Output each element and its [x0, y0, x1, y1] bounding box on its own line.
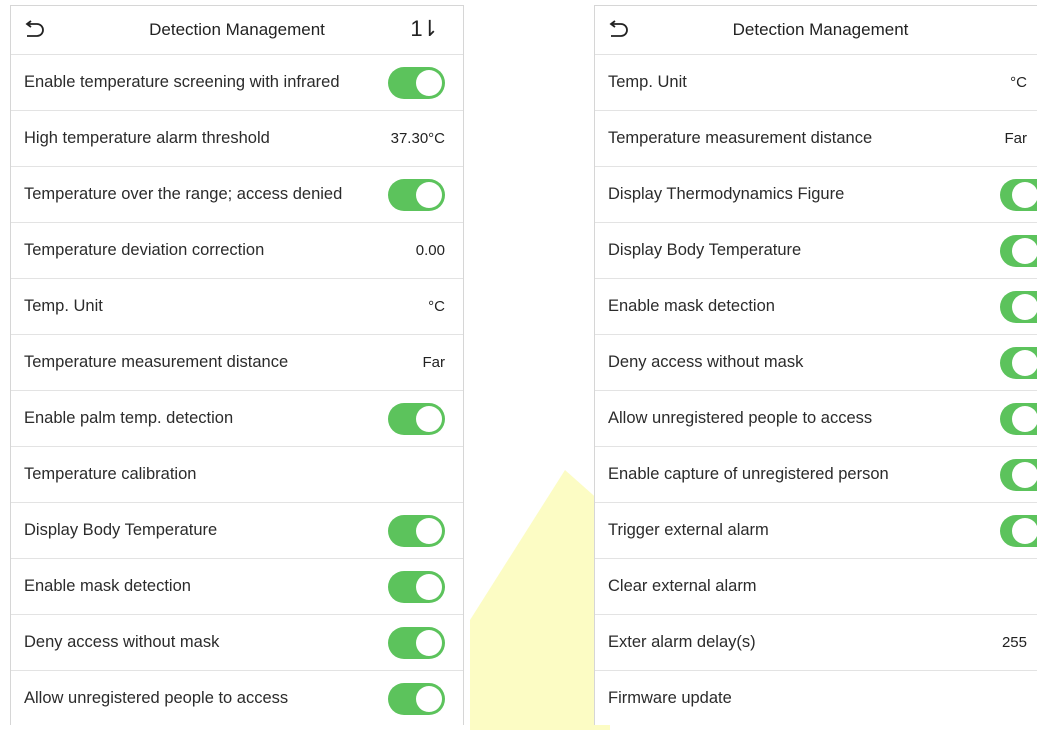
- setting-label: Enable palm temp. detection: [24, 409, 234, 427]
- setting-label: Enable mask detection: [608, 297, 775, 315]
- setting-row-deny-access-without-mask[interactable]: Deny access without mask: [595, 335, 1037, 391]
- setting-label: Temperature deviation correction: [24, 241, 265, 259]
- setting-label: Display Body Temperature: [24, 521, 218, 539]
- toggle-switch[interactable]: [388, 66, 445, 99]
- setting-label: Deny access without mask: [24, 633, 220, 651]
- setting-row-clear-external-alarm[interactable]: Clear external alarm: [595, 559, 1037, 615]
- setting-value: Far: [422, 354, 446, 371]
- header: Detection Management: [595, 6, 1037, 55]
- setting-row-trigger-external-alarm[interactable]: Trigger external alarm: [595, 503, 1037, 559]
- setting-value: 255: [1001, 634, 1027, 651]
- toggle-switch[interactable]: [1000, 178, 1037, 211]
- back-arrow-icon[interactable]: [23, 20, 45, 40]
- page-title: Detection Management: [732, 20, 909, 39]
- setting-label: Temperature calibration: [24, 465, 197, 483]
- detection-management-panel-left: Detection Management 1⇂ Enable temperatu…: [10, 5, 464, 725]
- watermark-shape: [470, 470, 610, 730]
- setting-label: Enable temperature screening with infrar…: [24, 73, 340, 91]
- setting-label: Firmware update: [608, 689, 732, 707]
- setting-label: Trigger external alarm: [608, 521, 769, 539]
- toggle-switch[interactable]: [1000, 234, 1037, 267]
- toggle-switch[interactable]: [388, 682, 445, 715]
- toggle-switch[interactable]: [1000, 514, 1037, 547]
- page-title: Detection Management: [149, 20, 325, 39]
- toggle-switch[interactable]: [1000, 290, 1037, 323]
- toggle-switch[interactable]: [388, 178, 445, 211]
- setting-row-allow-unregistered-people-to-access[interactable]: Allow unregistered people to access: [595, 391, 1037, 447]
- sort-arrows-icon[interactable]: 1⇂: [410, 16, 439, 42]
- settings-list: Temp. Unit °C Temperature measurement dist…: [595, 55, 1037, 725]
- setting-row-temperature-calibration[interactable]: Temperature calibration: [11, 447, 463, 503]
- setting-row-enable-capture-of-unregistered-person[interactable]: Enable capture of unregistered person: [595, 447, 1037, 503]
- setting-label: Display Body Temperature: [608, 241, 802, 259]
- setting-row-display-thermodynamics-figure[interactable]: Display Thermodynamics Figure: [595, 167, 1037, 223]
- setting-row-high-temperature-alarm-threshold[interactable]: High temperature alarm threshold 37.30°C: [11, 111, 463, 167]
- setting-label: Temperature over the range; access denie…: [24, 185, 343, 203]
- setting-row-enable-mask-detection[interactable]: Enable mask detection: [595, 279, 1037, 335]
- setting-label: Temp. Unit: [608, 73, 687, 91]
- setting-label: Enable mask detection: [24, 577, 191, 595]
- setting-row-firmware-update[interactable]: Firmware update: [595, 671, 1037, 725]
- setting-label: Temp. Unit: [24, 297, 103, 315]
- toggle-switch[interactable]: [1000, 346, 1037, 379]
- setting-label: High temperature alarm threshold: [24, 129, 270, 147]
- toggle-switch[interactable]: [388, 570, 445, 603]
- setting-row-enable-mask-detection[interactable]: Enable mask detection: [11, 559, 463, 615]
- setting-row-temperature-measurement-distance[interactable]: Temperature measurement distance Far: [595, 111, 1037, 167]
- setting-label: Exter alarm delay(s): [608, 633, 756, 651]
- setting-label: Display Thermodynamics Figure: [608, 185, 845, 203]
- setting-row-deny-access-without-mask[interactable]: Deny access without mask: [11, 615, 463, 671]
- header: Detection Management 1⇂: [11, 6, 463, 55]
- setting-label: Deny access without mask: [608, 353, 804, 371]
- back-arrow-icon[interactable]: [607, 20, 629, 40]
- toggle-switch[interactable]: [388, 402, 445, 435]
- setting-value: °C: [1010, 74, 1027, 91]
- setting-row-display-body-temperature[interactable]: Display Body Temperature: [11, 503, 463, 559]
- setting-row-temperature-deviation-correction[interactable]: Temperature deviation correction 0.00: [11, 223, 463, 279]
- detection-management-panel-right: Detection Management Temp. Unit °C Tempera…: [594, 5, 1037, 725]
- setting-row-temperature-measurement-distance[interactable]: Temperature measurement distance Far: [11, 335, 463, 391]
- toggle-switch[interactable]: [388, 514, 445, 547]
- setting-row-temp-unit[interactable]: Temp. Unit °C: [11, 279, 463, 335]
- toggle-switch[interactable]: [1000, 458, 1037, 491]
- toggle-switch[interactable]: [1000, 402, 1037, 435]
- setting-row-display-body-temperature[interactable]: Display Body Temperature: [595, 223, 1037, 279]
- setting-row-exter-alarm-delay-s[interactable]: Exter alarm delay(s) 255: [595, 615, 1037, 671]
- setting-row-enable-palm-temp-detection[interactable]: Enable palm temp. detection: [11, 391, 463, 447]
- setting-label: Enable capture of unregistered person: [608, 465, 889, 483]
- toggle-switch[interactable]: [388, 626, 445, 659]
- setting-label: Allow unregistered people to access: [24, 689, 289, 707]
- setting-row-temperature-over-the-range-access-denied[interactable]: Temperature over the range; access denie…: [11, 167, 463, 223]
- setting-value: 0.00: [415, 242, 445, 259]
- setting-label: Temperature measurement distance: [608, 129, 873, 147]
- setting-value: °C: [428, 298, 445, 315]
- setting-row-allow-unregistered-people-to-access[interactable]: Allow unregistered people to access: [11, 671, 463, 725]
- setting-value: Far: [1004, 130, 1028, 147]
- setting-row-temp-unit[interactable]: Temp. Unit °C: [595, 55, 1037, 111]
- setting-row-enable-temperature-screening-with-infrared[interactable]: Enable temperature screening with infrar…: [11, 55, 463, 111]
- setting-label: Allow unregistered people to access: [608, 409, 873, 427]
- setting-label: Temperature measurement distance: [24, 353, 289, 371]
- setting-value: 37.30°C: [390, 130, 445, 147]
- setting-label: Clear external alarm: [608, 577, 757, 595]
- settings-list: Enable temperature screening with infrar…: [11, 55, 463, 725]
